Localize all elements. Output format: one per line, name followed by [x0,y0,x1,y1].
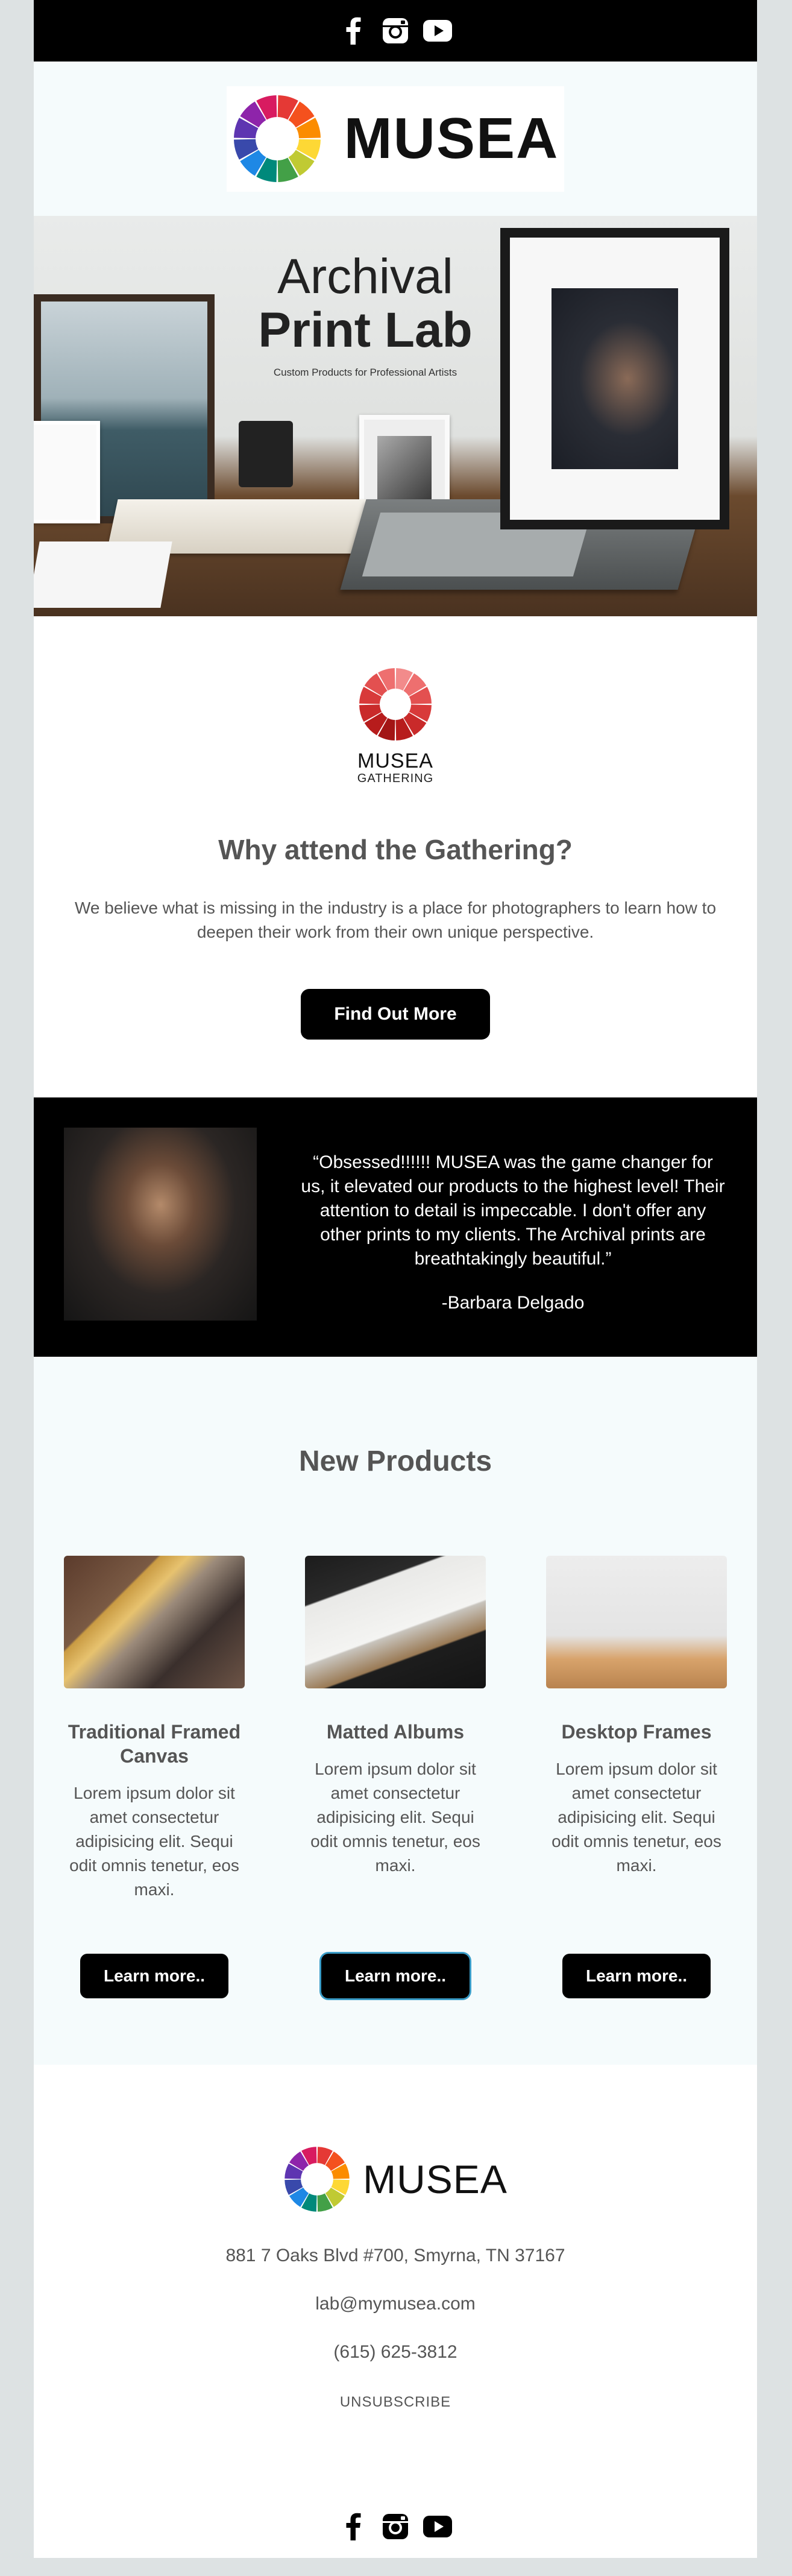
learn-more-button[interactable]: Learn more.. [80,1954,228,1998]
product-desc: Lorem ipsum dolor sit amet consectetur a… [552,1760,721,1875]
product-card: Desktop Frames Lorem ipsum dolor sit ame… [546,1556,727,1998]
hero-camera [239,421,293,487]
red-wheel-icon [359,668,432,740]
hero-banner: Archival Print Lab Custom Products for P… [34,216,757,616]
color-wheel-icon [284,2147,350,2212]
footer-logo[interactable]: MUSEA [34,2145,757,2213]
youtube-icon[interactable] [423,16,452,45]
gathering-logo-brand: MUSEA [357,750,433,772]
new-products-section: New Products Traditional Framed Canvas L… [34,1357,757,2065]
footer-phone[interactable]: (615) 625-3812 [34,2342,757,2363]
hero-title: Archival Print Lab Custom Products for P… [251,250,480,379]
footer-email[interactable]: lab@mymusea.com [34,2294,757,2314]
product-card: Traditional Framed Canvas Lorem ipsum do… [64,1556,245,1998]
product-desc: Lorem ipsum dolor sit amet consectetur a… [69,1784,239,1899]
facebook-icon[interactable] [339,16,368,45]
gathering-logo: MUSEA GATHERING [347,667,444,786]
testimonial-quote: “Obsessed!!!!!! MUSEA was the game chang… [301,1152,725,1269]
product-image-frames[interactable] [546,1556,727,1688]
products-heading: New Products [298,1445,492,1477]
product-image-canvas[interactable] [64,1556,245,1688]
color-wheel-icon [233,95,321,182]
footer: MUSEA 881 7 Oaks Blvd #700, Smyrna, TN 3… [34,2065,757,2558]
brand-name: MUSEA [344,106,559,171]
gathering-heading: Why attend the Gathering? [218,834,573,865]
testimonial-section: “Obsessed!!!!!! MUSEA was the game chang… [34,1097,757,1357]
facebook-icon[interactable] [339,2512,368,2541]
learn-more-button[interactable]: Learn more.. [321,1954,470,1998]
testimonial-author: -Barbara Delgado [441,1293,585,1313]
learn-more-button[interactable]: Learn more.. [562,1954,711,1998]
instagram-icon[interactable] [381,2512,410,2541]
product-desc: Lorem ipsum dolor sit amet consectetur a… [310,1760,480,1875]
product-title: Desktop Frames [561,1721,712,1743]
gathering-body: We believe what is missing in the indust… [74,898,717,941]
hero-subtitle: Custom Products for Professional Artists [273,367,457,378]
email-container: MUSEA Archival Print Lab Custom Products… [34,0,757,2558]
footer-address: 881 7 Oaks Blvd #700, Smyrna, TN 37167 [225,2246,565,2265]
product-card: Matted Albums Lorem ipsum dolor sit amet… [305,1556,486,1998]
product-image-album[interactable] [305,1556,486,1688]
hero-title-line2: Print Lab [258,303,473,358]
hero-prints-stack [34,541,172,608]
hero-title-line1: Archival [277,249,453,304]
gathering-logo-sub: GATHERING [357,772,434,785]
find-out-more-button[interactable]: Find Out More [301,989,490,1040]
youtube-icon[interactable] [423,2512,452,2541]
instagram-icon[interactable] [381,16,410,45]
hero-large-frame [500,228,729,529]
footer-social [34,2512,757,2541]
logo-header: MUSEA [34,62,757,216]
gathering-section: MUSEA GATHERING Why attend the Gathering… [34,616,757,1097]
product-title: Matted Albums [326,1721,465,1743]
hero-portrait-print [34,421,100,523]
footer-brand: MUSEA [363,2157,508,2202]
unsubscribe-link[interactable]: UNSUBSCRIBE [34,2394,757,2411]
product-title: Traditional Framed Canvas [68,1721,241,1767]
top-social-bar [34,0,757,62]
brand-logo[interactable]: MUSEA [227,86,564,192]
testimonial-photo [64,1128,257,1321]
